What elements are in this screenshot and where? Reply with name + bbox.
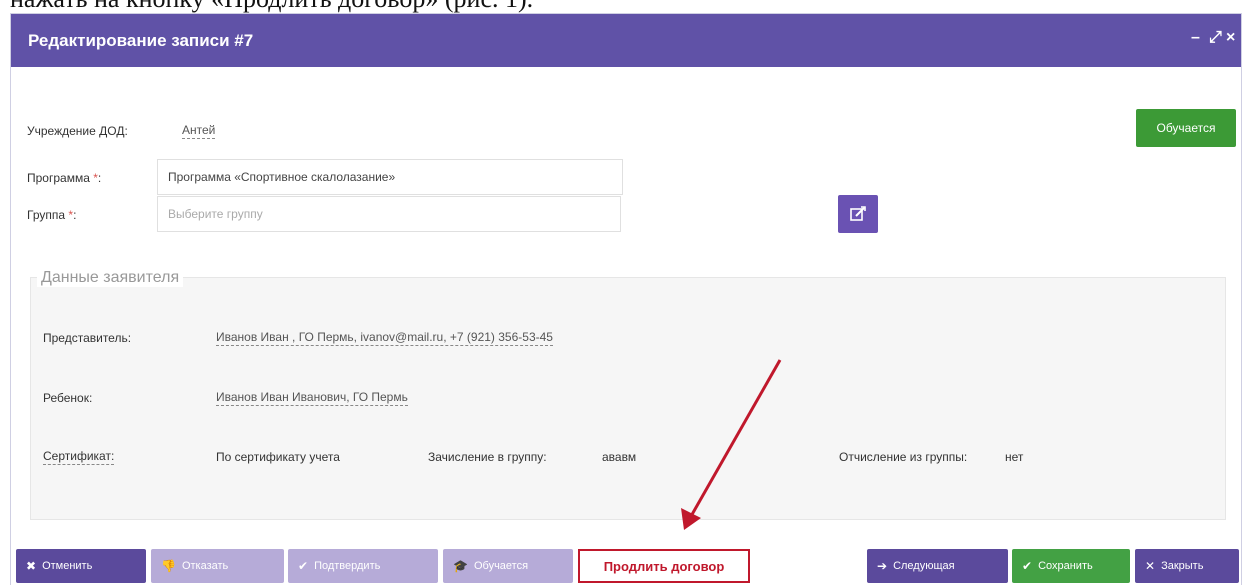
representative-label: Представитель: bbox=[43, 331, 132, 345]
dialog-toolbar: ✖ Отменить 👎 Отказать ✔ Подтвердить 🎓 Об… bbox=[11, 543, 1241, 585]
institution-value-link[interactable]: Антей bbox=[182, 123, 216, 139]
studying-button-label: Обучается bbox=[473, 560, 529, 572]
child-value-link[interactable]: Иванов Иван Иванович, ГО Пермь bbox=[216, 390, 408, 406]
cancel-button[interactable]: ✖ Отменить bbox=[16, 549, 146, 583]
representative-value-link[interactable]: Иванов Иван , ГО Пермь, ivanov@mail.ru, … bbox=[216, 330, 553, 346]
save-button-label: Сохранить bbox=[1038, 560, 1093, 572]
close-x-icon: ✕ bbox=[1145, 559, 1156, 573]
enrollment-label: Зачисление в группу: bbox=[428, 450, 547, 464]
child-label: Ребенок: bbox=[43, 391, 93, 405]
save-button[interactable]: ✔ Сохранить bbox=[1012, 549, 1130, 583]
close-button[interactable]: ✕ Закрыть bbox=[1135, 549, 1239, 583]
applicant-data-section bbox=[30, 277, 1226, 520]
minimize-icon[interactable]: – bbox=[1191, 29, 1200, 47]
cancel-icon: ✖ bbox=[26, 559, 37, 573]
check-icon: ✔ bbox=[1022, 559, 1033, 573]
studying-button[interactable]: 🎓 Обучается bbox=[443, 549, 573, 583]
reject-button[interactable]: 👎 Отказать bbox=[151, 549, 284, 583]
confirm-button[interactable]: ✔ Подтвердить bbox=[288, 549, 438, 583]
cancel-button-label: Отменить bbox=[42, 560, 93, 572]
program-label-colon: : bbox=[97, 171, 102, 185]
next-button-label: Следующая bbox=[893, 560, 955, 572]
dialog-title: Редактирование записи #7 bbox=[28, 31, 254, 50]
dialog-titlebar[interactable]: Редактирование записи #7 – ⤢ × bbox=[11, 14, 1241, 67]
program-label-text: Программа bbox=[27, 171, 90, 185]
check-icon: ✔ bbox=[298, 559, 309, 573]
close-icon[interactable]: × bbox=[1226, 29, 1235, 47]
group-label-text: Группа bbox=[27, 208, 66, 222]
close-button-label: Закрыть bbox=[1161, 560, 1204, 572]
confirm-button-label: Подтвердить bbox=[314, 560, 381, 572]
program-field[interactable]: Программа «Спортивное скалолазание» bbox=[157, 159, 623, 195]
thumbs-down-icon: 👎 bbox=[161, 559, 176, 573]
next-button[interactable]: ➔ Следующая bbox=[867, 549, 1008, 583]
edit-group-button[interactable] bbox=[838, 195, 878, 233]
status-studying-button[interactable]: Обучается bbox=[1136, 109, 1236, 147]
renew-contract-button[interactable]: Продлить договор bbox=[578, 549, 750, 583]
group-label: Группа *: bbox=[27, 208, 76, 222]
edit-record-dialog: Редактирование записи #7 – ⤢ × Учреждени… bbox=[10, 13, 1242, 585]
enrollment-value: ававм bbox=[602, 450, 637, 464]
edit-icon bbox=[850, 206, 866, 221]
certificate-label[interactable]: Сертификат: bbox=[43, 449, 115, 465]
certificate-value: По сертификату учета bbox=[216, 450, 340, 464]
expulsion-label: Отчисление из группы: bbox=[839, 450, 968, 464]
graduation-cap-icon: 🎓 bbox=[453, 559, 468, 573]
institution-label: Учреждение ДОД: bbox=[27, 124, 128, 138]
arrow-right-icon: ➔ bbox=[877, 559, 888, 573]
applicant-data-legend: Данные заявителя bbox=[37, 269, 184, 287]
program-label: Программа *: bbox=[27, 171, 101, 185]
maximize-icon[interactable]: ⤢ bbox=[1209, 29, 1222, 47]
reject-button-label: Отказать bbox=[181, 560, 229, 572]
expulsion-value: нет bbox=[1005, 450, 1024, 464]
document-caption: нажать на кнопку «Продлить договор» (рис… bbox=[10, 0, 1010, 14]
group-label-colon: : bbox=[73, 208, 77, 222]
dialog-body: Учреждение ДОД: Антей Обучается Программ… bbox=[11, 67, 1241, 585]
group-select[interactable]: Выберите группу bbox=[157, 196, 621, 232]
